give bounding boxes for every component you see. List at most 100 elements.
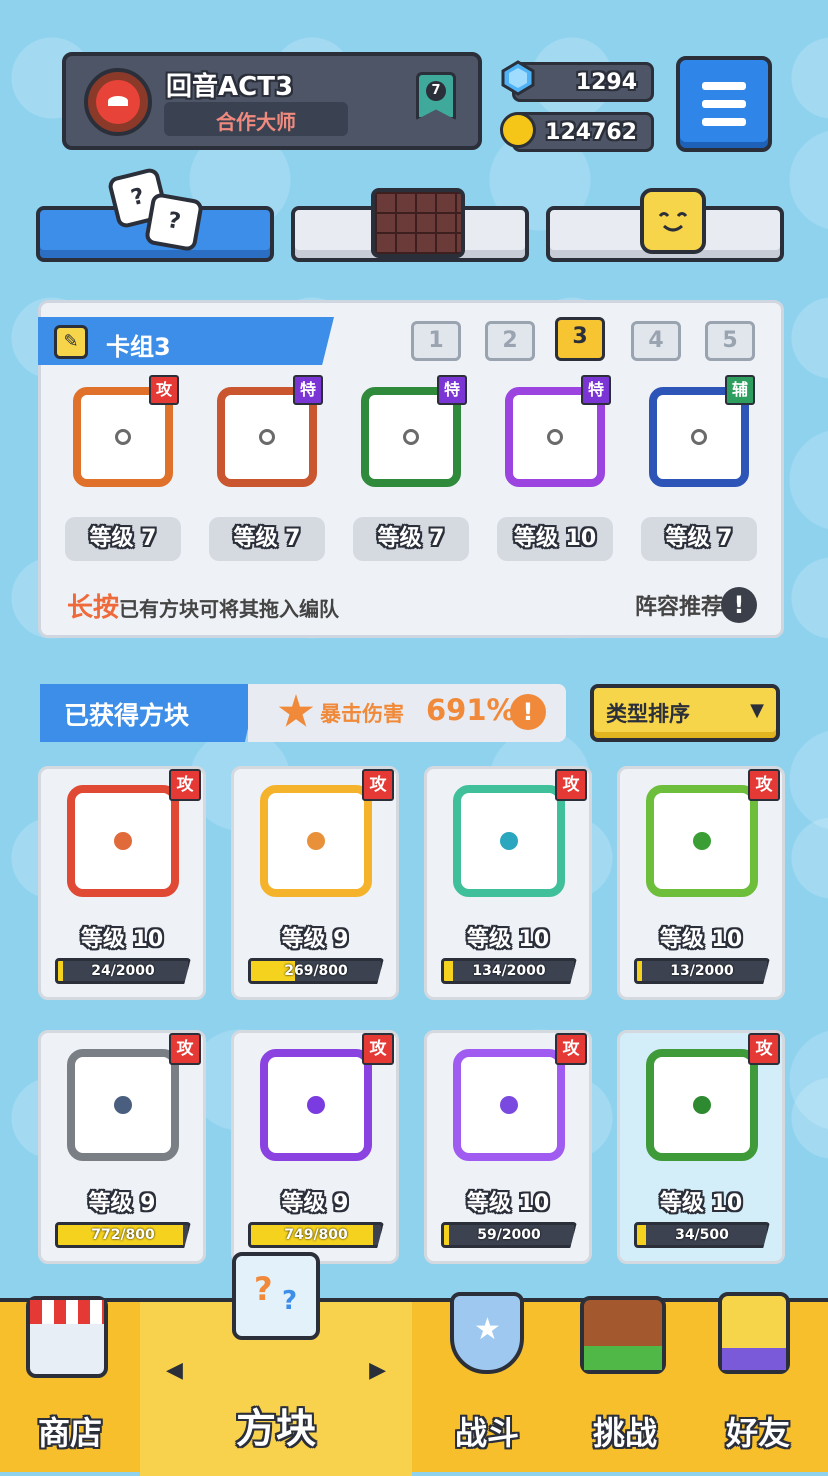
- block-level: 等级 10: [80, 927, 164, 952]
- acquired-header: 已获得方块: [40, 684, 258, 742]
- block-level: 等级 10: [659, 1191, 743, 1216]
- arrow-right-icon: ▶: [369, 1358, 386, 1383]
- tab-dice[interactable]: ? ?: [36, 166, 274, 262]
- block-dot: [500, 1096, 518, 1114]
- block-dot: [307, 832, 325, 850]
- block-tile[interactable]: 攻等级 9 269/800: [231, 766, 399, 1000]
- drag-hint: 长按已有方块可将其拖入编队: [67, 587, 339, 624]
- tab-board[interactable]: [291, 188, 529, 262]
- block-tile[interactable]: 攻等级 10 134/2000: [424, 766, 592, 1000]
- progress-text: 13/2000: [670, 963, 734, 979]
- nav-battle[interactable]: ★ 战斗: [412, 1292, 562, 1472]
- type-badge: 攻: [748, 769, 780, 801]
- type-badge: 特: [437, 375, 467, 405]
- upgrade-progress-bar: 34/500: [634, 1222, 770, 1248]
- avatar-face-icon: [96, 80, 140, 124]
- upgrade-progress-bar: 749/800: [248, 1222, 384, 1248]
- block-dot: [114, 1096, 132, 1114]
- gem-count: 1294: [575, 70, 637, 95]
- progress-text: 134/2000: [472, 963, 546, 979]
- rank-ribbon-icon[interactable]: 7: [416, 72, 456, 120]
- type-badge: 特: [293, 375, 323, 405]
- menu-button[interactable]: [676, 56, 772, 152]
- block-level: 等级 9: [281, 1191, 349, 1216]
- type-badge: 攻: [555, 1033, 587, 1065]
- block-icon: [67, 785, 179, 897]
- block-level: 等级 10: [466, 927, 550, 952]
- upgrade-progress-bar: 134/2000: [441, 958, 577, 984]
- block-icon: [646, 785, 758, 897]
- shop-icon: [26, 1296, 108, 1378]
- crit-damage-box[interactable]: 暴击伤害 691% !: [248, 684, 566, 742]
- block-tile[interactable]: 攻等级 10 59/2000: [424, 1030, 592, 1264]
- block-icon: [260, 785, 372, 897]
- type-badge: 辅: [725, 375, 755, 405]
- block-tile[interactable]: 攻等级 9 749/800: [231, 1030, 399, 1264]
- deck-number-1[interactable]: 1: [411, 321, 461, 361]
- deck-number-3[interactable]: 3: [555, 317, 605, 361]
- block-tile[interactable]: 攻等级 10 13/2000: [617, 766, 785, 1000]
- progress-text: 269/800: [284, 963, 348, 979]
- profile-card[interactable]: 回音ACT3 合作大师 7: [62, 52, 482, 150]
- nav-challenge[interactable]: 挑战: [562, 1296, 688, 1472]
- block-tile[interactable]: 攻等级 9 772/800: [38, 1030, 206, 1264]
- deck-number-4[interactable]: 4: [631, 321, 681, 361]
- deck-card-level: 等级 7: [65, 517, 181, 561]
- block-dot: [114, 832, 132, 850]
- crit-damage-value: 691%: [426, 693, 516, 727]
- block-tile[interactable]: 攻等级 10 24/2000: [38, 766, 206, 1000]
- nav-friends[interactable]: 好友: [688, 1292, 828, 1472]
- crit-damage-label: 暴击伤害: [320, 702, 404, 726]
- smiley-block-icon: [640, 188, 706, 254]
- deck-number-2[interactable]: 2: [485, 321, 535, 361]
- chevron-down-icon: ▼: [750, 700, 764, 721]
- arrow-left-icon: ◀: [166, 1358, 183, 1383]
- deck-title: 卡组3: [106, 333, 171, 361]
- type-badge: 攻: [362, 769, 394, 801]
- type-badge: 攻: [362, 1033, 394, 1065]
- block-level: 等级 10: [659, 927, 743, 952]
- hint-text: 已有方块可将其拖入编队: [119, 597, 340, 621]
- nav-blocks[interactable]: ◀ ▶ ? ? 方块: [140, 1252, 412, 1472]
- player-title-box: 合作大师: [164, 102, 348, 136]
- menu-icon: [702, 82, 746, 90]
- nav-label-shop: 商店: [37, 1414, 102, 1452]
- block-dot: [547, 429, 563, 445]
- deck-card[interactable]: 特: [351, 365, 471, 491]
- crit-info-icon[interactable]: !: [510, 694, 546, 730]
- block-tile[interactable]: 攻等级 10 34/500: [617, 1030, 785, 1264]
- nav-label-challenge: 挑战: [592, 1414, 657, 1452]
- deck-panel: ✎ 卡组3 1 2 3 4 5 攻等级 7 特等级 7 特等级 7 特等级 10 辅等级…: [38, 300, 784, 638]
- type-badge: 攻: [748, 1033, 780, 1065]
- type-badge: 攻: [555, 769, 587, 801]
- bottom-nav: 商店 ◀ ▶ ? ? 方块 ★ 战斗 挑战 好友: [0, 1252, 828, 1476]
- type-badge: 攻: [169, 769, 201, 801]
- deck-number-5[interactable]: 5: [705, 321, 755, 361]
- coin-count: 124762: [545, 120, 637, 145]
- upgrade-progress-bar: 24/2000: [55, 958, 191, 984]
- deck-card[interactable]: 辅: [639, 365, 759, 491]
- tab-emote[interactable]: [546, 188, 784, 262]
- block-dot: [307, 1096, 325, 1114]
- block-dot: [693, 832, 711, 850]
- nav-label-blocks: 方块: [236, 1406, 316, 1452]
- progress-text: 59/2000: [477, 1227, 541, 1243]
- deck-card-level: 等级 10: [497, 517, 613, 561]
- nav-label-friends: 好友: [725, 1414, 790, 1452]
- avatar[interactable]: [84, 68, 152, 136]
- deck-card[interactable]: 攻: [63, 365, 183, 491]
- deck-card[interactable]: 特: [495, 365, 615, 491]
- nav-shop[interactable]: 商店: [0, 1296, 140, 1472]
- info-icon[interactable]: !: [721, 587, 757, 623]
- sort-dropdown[interactable]: 类型排序 ▼: [590, 684, 780, 742]
- rank-number: 7: [426, 81, 446, 101]
- friends-icon: [718, 1292, 790, 1374]
- deck-card[interactable]: 特: [207, 365, 327, 491]
- block-dot: [403, 429, 419, 445]
- progress-text: 749/800: [284, 1227, 348, 1243]
- pencil-icon[interactable]: ✎: [54, 325, 88, 359]
- block-dot: [691, 429, 707, 445]
- deck-header: ✎ 卡组3: [38, 317, 334, 365]
- hint-emphasis: 长按: [67, 593, 120, 623]
- lineup-recommend-button[interactable]: 阵容推荐: [635, 589, 723, 621]
